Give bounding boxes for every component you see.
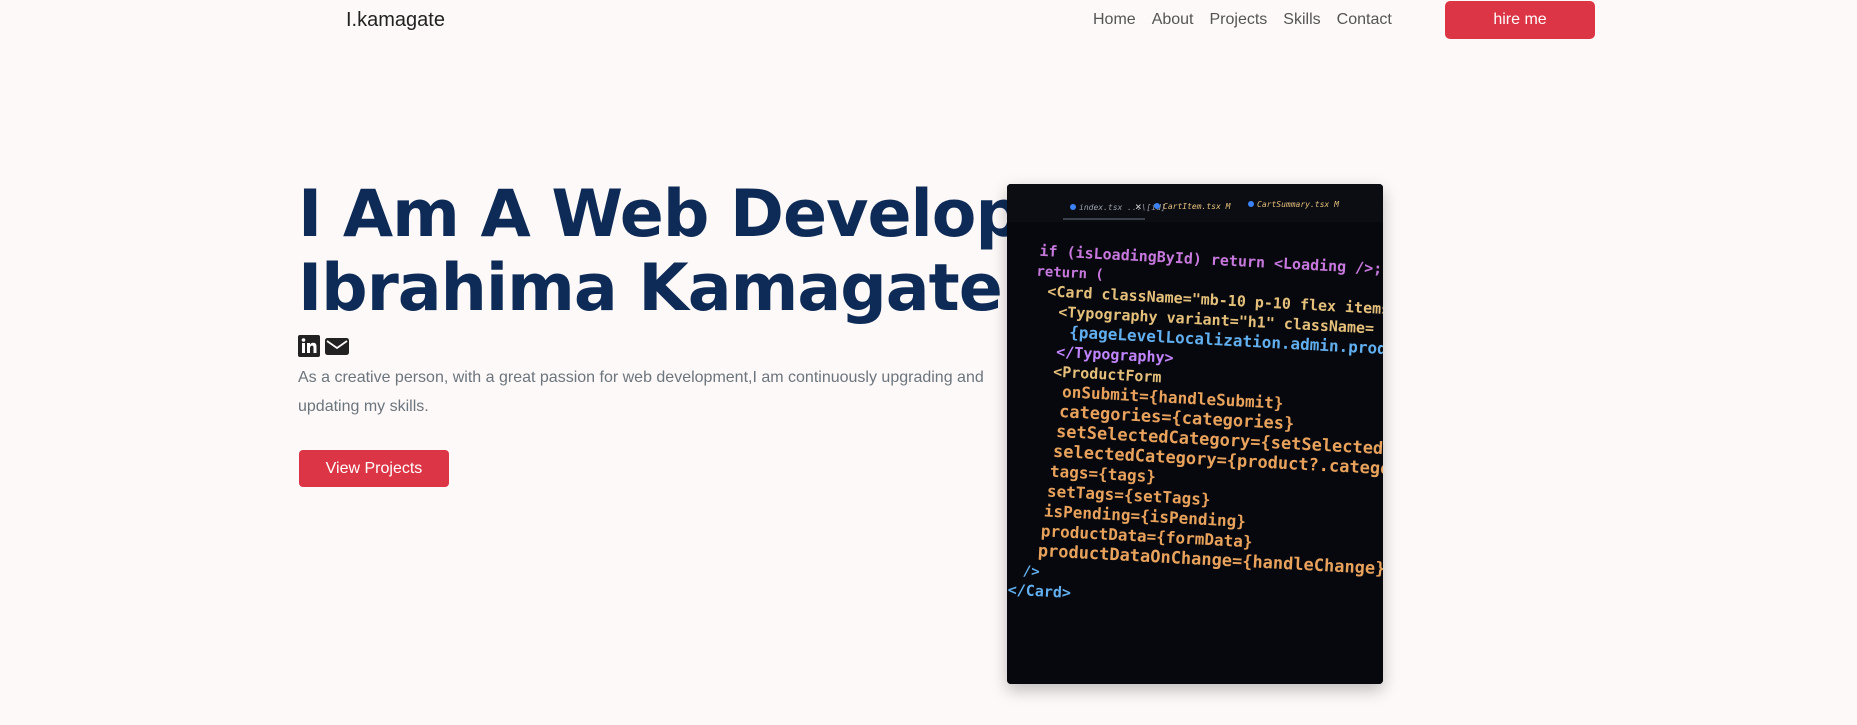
nav-link-projects[interactable]: Projects: [1210, 11, 1268, 29]
hero-description: As a creative person, with a great passi…: [298, 369, 984, 415]
hero-title-line1: I Am A Web Developer.: [298, 177, 1111, 252]
tab-index: index.tsx ...\[id]: [1079, 203, 1166, 212]
envelope-icon[interactable]: [324, 335, 349, 357]
close-icon: ×: [1135, 200, 1142, 213]
nav-links: Home About Projects Skills Contact: [1093, 11, 1392, 29]
nav-link-home[interactable]: Home: [1093, 11, 1136, 29]
navbar: I.kamagate Home About Projects Skills Co…: [0, 0, 1857, 42]
view-projects-button[interactable]: View Projects: [299, 450, 449, 487]
hire-me-button[interactable]: hire me: [1445, 1, 1595, 39]
brand-logo[interactable]: I.kamagate: [346, 9, 445, 32]
nav-link-skills[interactable]: Skills: [1283, 11, 1320, 29]
linkedin-icon[interactable]: [298, 335, 320, 357]
code-screenshot-image: index.tsx ...\[id] × CartItem.tsx M Cart…: [1007, 184, 1383, 684]
hero-title-line2: Ibrahima Kamagate: [298, 251, 1003, 326]
nav-link-about[interactable]: About: [1152, 11, 1194, 29]
code-line: </Card>: [1007, 581, 1071, 602]
code-line: />: [1022, 563, 1040, 580]
social-links: [298, 335, 349, 357]
nav-link-contact[interactable]: Contact: [1337, 11, 1392, 29]
hero-title: I Am A Web Developer. Ibrahima Kamagate: [298, 177, 1111, 326]
tab-cartitem: CartItem.tsx M: [1163, 202, 1232, 211]
tab-cartsummary: CartSummary.tsx M: [1257, 200, 1340, 209]
